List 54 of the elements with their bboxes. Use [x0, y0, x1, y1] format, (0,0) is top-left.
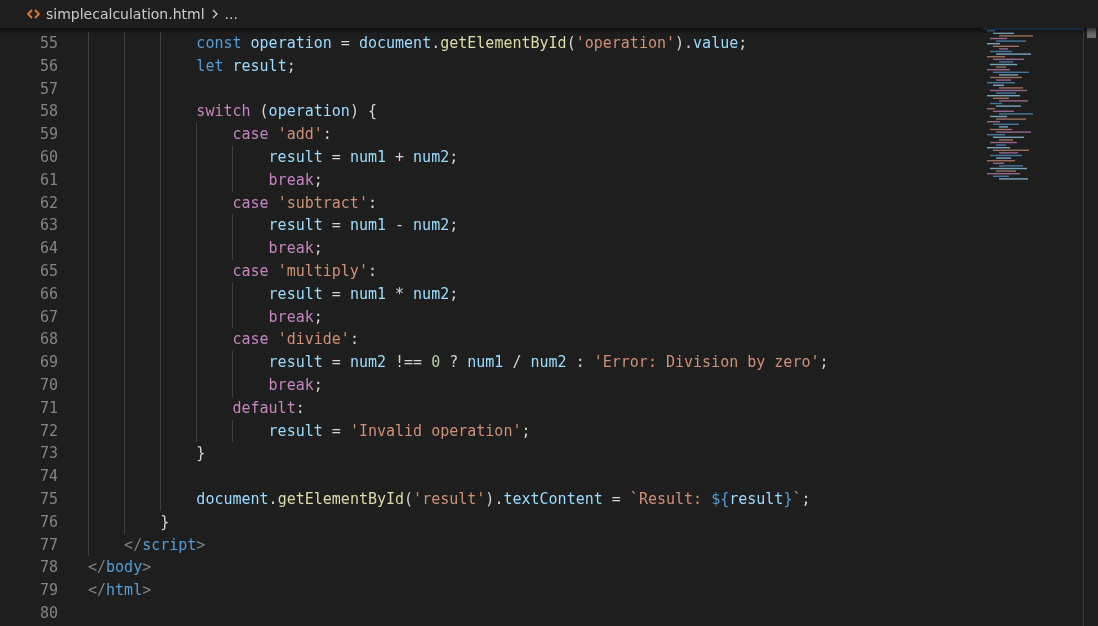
line-number: 76 — [38, 511, 58, 533]
line-number: 72 — [38, 420, 58, 442]
breadcrumb-file[interactable]: simplecalculation.html — [46, 6, 205, 22]
line-number: 56 — [38, 55, 58, 77]
code-line: case 'add': — [232, 124, 332, 146]
code-line: result = num1 + num2; — [268, 147, 459, 168]
line-number: 61 — [38, 169, 58, 191]
line-number: 75 — [38, 488, 58, 510]
code-line: } — [196, 443, 206, 465]
code-line: case 'multiply': — [232, 260, 377, 282]
line-number: 69 — [38, 352, 58, 374]
code-line: document.getElementById('result').textContent = `Result: ${result}`; — [196, 488, 811, 510]
line-number: 64 — [38, 238, 58, 260]
line-number: 58 — [38, 101, 58, 123]
line-number: 79 — [38, 580, 58, 602]
line-number: 80 — [38, 602, 58, 624]
code-line: break; — [268, 238, 323, 260]
code-brackets-icon — [27, 8, 40, 20]
code-line: } — [160, 511, 170, 533]
line-number: 70 — [38, 374, 58, 396]
line-number: 59 — [38, 124, 58, 146]
line-number: 66 — [38, 283, 58, 305]
line-number: 65 — [38, 260, 58, 282]
code-line: break; — [268, 169, 323, 191]
line-number: 74 — [38, 466, 58, 488]
line-number: 57 — [38, 78, 58, 100]
line-number: 73 — [38, 443, 58, 465]
code-line: break; — [268, 306, 323, 328]
line-number: 71 — [38, 397, 58, 419]
line-number: 63 — [38, 215, 58, 237]
chevron-right-icon — [210, 8, 219, 20]
line-number: 78 — [38, 557, 58, 579]
code-line: let result; — [196, 55, 296, 77]
code-line: const operation = document.getElementById('operation').value; — [196, 33, 748, 54]
line-number: 62 — [38, 192, 58, 214]
line-number: 67 — [38, 306, 58, 328]
line-number: 68 — [38, 329, 58, 351]
line-number: 77 — [38, 534, 58, 556]
code-line: result = 'Invalid operation'; — [268, 420, 531, 442]
breadcrumb-more[interactable]: ... — [224, 6, 238, 22]
code-line: switch (operation) { — [196, 101, 377, 123]
code-line: result = num1 - num2; — [268, 215, 459, 237]
code-line: </body> — [88, 557, 152, 579]
code-line: result = num2 !== 0 ? num1 / num2 : 'Error: Division by zero'; — [268, 352, 829, 374]
code-line: case 'subtract': — [232, 192, 377, 214]
code-line: result = num1 * num2; — [268, 283, 459, 305]
code-line: case 'divide': — [232, 329, 359, 351]
code-line: </html> — [88, 580, 152, 602]
scrollbar-thumb[interactable] — [1087, 28, 1096, 38]
code-line: </script> — [124, 534, 206, 556]
code-line: break; — [268, 374, 323, 396]
code-line: default: — [232, 397, 305, 419]
line-number: 60 — [38, 147, 58, 168]
line-number: 55 — [38, 33, 58, 54]
